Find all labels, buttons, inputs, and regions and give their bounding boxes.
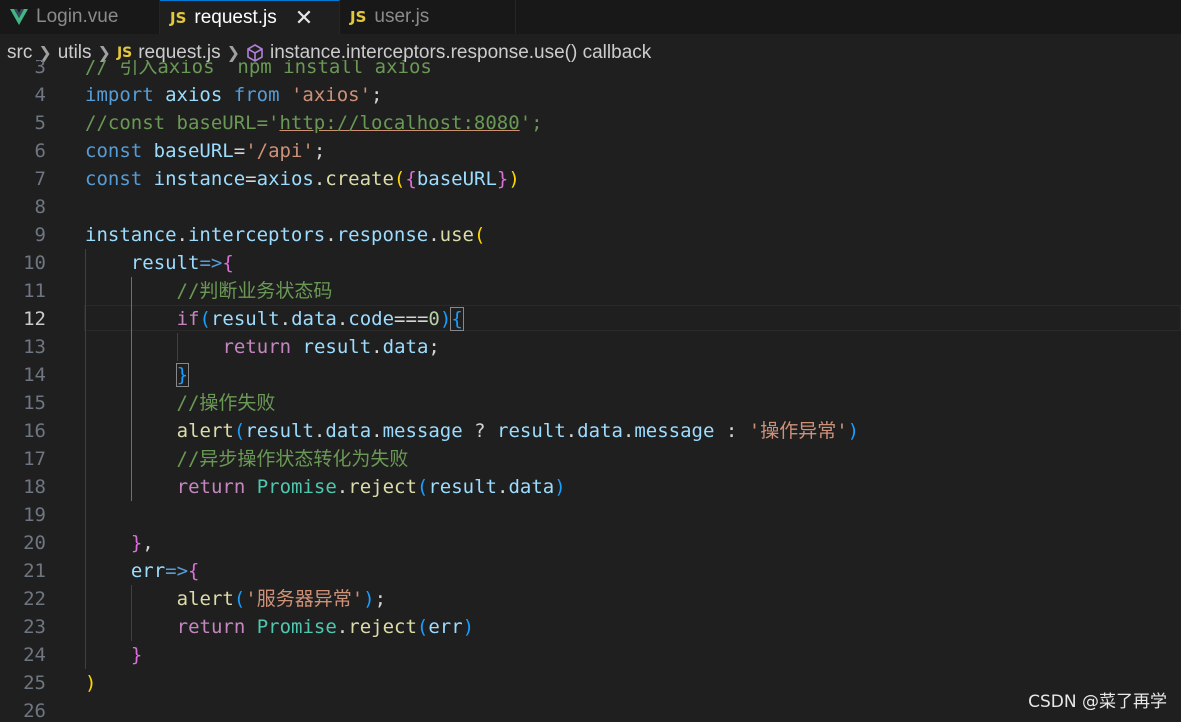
js-icon: JS bbox=[116, 45, 133, 61]
line-number: 6 bbox=[34, 140, 46, 162]
line-number: 9 bbox=[34, 224, 46, 246]
code-text: } bbox=[175, 363, 190, 387]
line-number: 3 bbox=[34, 60, 46, 78]
line-number: 13 bbox=[23, 336, 46, 358]
close-icon[interactable]: ✕ bbox=[295, 6, 313, 29]
code-line[interactable]: 11 //判断业务状态码 bbox=[0, 277, 1181, 305]
tab-label: request.js bbox=[194, 6, 277, 28]
code-text: return Promise.reject(err) bbox=[176, 616, 475, 638]
line-number: 22 bbox=[23, 588, 46, 610]
code-line[interactable]: 6 const baseURL='/api'; bbox=[0, 137, 1181, 165]
tab-request-js[interactable]: JS request.js ✕ bbox=[160, 0, 340, 34]
code-line[interactable]: 16 alert(result.data.message ? result.da… bbox=[0, 417, 1181, 445]
line-number: 4 bbox=[34, 84, 46, 106]
line-number: 24 bbox=[23, 644, 46, 666]
code-text: return result.data; bbox=[222, 336, 440, 358]
code-text: const instance=axios.create({baseURL}) bbox=[85, 168, 520, 190]
code-line[interactable]: 18 return Promise.reject(result.data) bbox=[0, 473, 1181, 501]
code-text: } bbox=[130, 644, 143, 666]
code-text: //判断业务状态码 bbox=[176, 280, 333, 302]
code-line[interactable]: 3 // 引入axios npm install axios bbox=[0, 60, 1181, 81]
code-line[interactable]: 15 //操作失败 bbox=[0, 389, 1181, 417]
code-text: //操作失败 bbox=[176, 392, 276, 414]
js-icon: JS bbox=[170, 8, 187, 27]
line-number: 7 bbox=[34, 168, 46, 190]
code-line[interactable]: 24 } bbox=[0, 641, 1181, 669]
code-text: //异步操作状态转化为失败 bbox=[176, 448, 409, 470]
code-text: import axios from 'axios'; bbox=[85, 84, 383, 106]
code-line[interactable]: 23 return Promise.reject(err) bbox=[0, 613, 1181, 641]
code-line[interactable]: 9 instance.interceptors.response.use( bbox=[0, 221, 1181, 249]
line-number: 5 bbox=[34, 112, 46, 134]
indent-guide bbox=[130, 585, 132, 641]
code-text: //const baseURL='http://localhost:8080'; bbox=[85, 112, 543, 134]
code-line[interactable]: 7 const instance=axios.create({baseURL}) bbox=[0, 165, 1181, 193]
watermark: CSDN @菜了再学 bbox=[1028, 692, 1167, 712]
code-line[interactable]: 17 //异步操作状态转化为失败 bbox=[0, 445, 1181, 473]
code-text: // 引入axios npm install axios bbox=[85, 60, 432, 78]
line-number: 21 bbox=[23, 560, 46, 582]
code-text: return Promise.reject(result.data) bbox=[176, 476, 566, 498]
code-line[interactable]: 19 bbox=[0, 501, 1181, 529]
line-number: 17 bbox=[23, 448, 46, 470]
indent-guide bbox=[130, 277, 132, 501]
line-number: 15 bbox=[23, 392, 46, 414]
line-number: 12 bbox=[23, 308, 46, 330]
code-line[interactable]: 25) bbox=[0, 669, 1181, 697]
line-number: 26 bbox=[23, 700, 46, 722]
line-number: 19 bbox=[23, 504, 46, 526]
code-line[interactable]: 14 } bbox=[0, 361, 1181, 389]
line-number: 10 bbox=[23, 252, 46, 274]
code-line[interactable]: 4 import axios from 'axios'; bbox=[0, 81, 1181, 109]
line-number: 16 bbox=[23, 420, 46, 442]
tab-label: user.js bbox=[374, 6, 430, 27]
indent-guide bbox=[85, 249, 86, 669]
code-text: result=>{ bbox=[130, 252, 234, 274]
indent-guide bbox=[176, 333, 178, 361]
tab-label: Login.vue bbox=[36, 6, 119, 27]
tab-user-js[interactable]: JS user.js bbox=[340, 0, 516, 34]
line-number: 20 bbox=[23, 532, 46, 554]
code-line[interactable]: 22 alert('服务器异常'); bbox=[0, 585, 1181, 613]
code-line[interactable]: 21 err=>{ bbox=[0, 557, 1181, 585]
line-number: 25 bbox=[23, 672, 46, 694]
line-number: 11 bbox=[23, 280, 46, 302]
vue-icon bbox=[10, 9, 28, 25]
tab-login-vue[interactable]: Login.vue bbox=[0, 0, 160, 34]
js-icon: JS bbox=[350, 8, 367, 26]
code-text: }, bbox=[130, 532, 154, 554]
code-text: alert(result.data.message ? result.data.… bbox=[176, 420, 860, 442]
code-line[interactable]: 12 if(result.data.code===0){ bbox=[0, 305, 1181, 333]
editor-tab-bar: Login.vue JS request.js ✕ JS user.js bbox=[0, 0, 1181, 34]
code-text: ) bbox=[85, 672, 97, 694]
code-line[interactable]: 5 //const baseURL='http://localhost:8080'… bbox=[0, 109, 1181, 137]
code-text: instance.interceptors.response.use( bbox=[85, 224, 486, 246]
code-line[interactable]: 26 bbox=[0, 697, 1181, 722]
code-line[interactable]: 8 bbox=[0, 193, 1181, 221]
code-text: err=>{ bbox=[130, 560, 200, 582]
code-line[interactable]: 10 result=>{ bbox=[0, 249, 1181, 277]
code-text: if(result.data.code===0){ bbox=[176, 307, 464, 331]
code-line[interactable]: 20 }, bbox=[0, 529, 1181, 557]
code-editor[interactable]: 3 // 引入axios npm install axios 4 import axi… bbox=[0, 60, 1181, 722]
line-number: 18 bbox=[23, 476, 46, 498]
line-number: 23 bbox=[23, 616, 46, 638]
line-number: 8 bbox=[34, 196, 46, 218]
code-text: const baseURL='/api'; bbox=[85, 140, 326, 162]
line-number: 14 bbox=[23, 364, 46, 386]
